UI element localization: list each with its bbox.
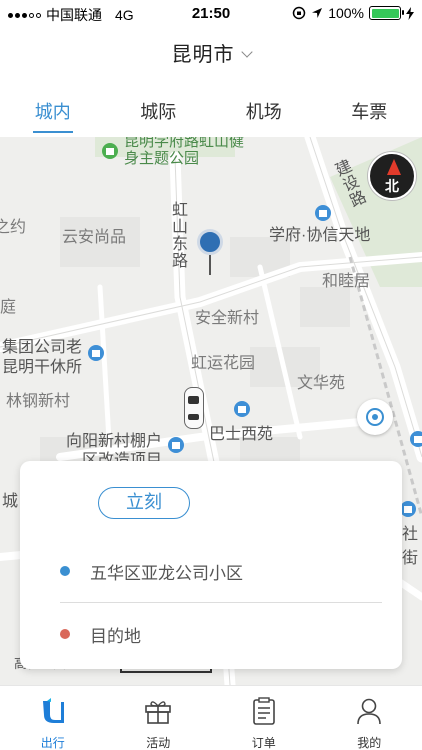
destination-dot-icon (60, 629, 70, 639)
order-card: 立刻 五华区亚龙公司小区 目的地 (20, 461, 402, 669)
map-label: 林钢新村 (6, 393, 71, 410)
gift-icon (145, 701, 172, 724)
nav-activities[interactable]: 活动 (106, 686, 212, 750)
origin-text: 五华区亚龙公司小区 (90, 563, 243, 583)
travel-icon (42, 698, 64, 723)
nav-label: 出行 (40, 736, 65, 750)
park-icon (102, 143, 118, 159)
pickup-pin-icon[interactable] (197, 229, 223, 281)
battery-icon (369, 6, 404, 20)
time-now-button[interactable]: 立刻 (98, 487, 190, 519)
map-label: 庭 (0, 299, 17, 316)
user-icon (357, 698, 382, 725)
map-label: 学府·协信天地 (269, 227, 371, 244)
poi-icon (234, 401, 250, 417)
poi-icon (88, 345, 104, 361)
destination-field[interactable]: 目的地 (60, 620, 141, 648)
tab-in-city[interactable]: 城内 (0, 94, 106, 136)
bottom-nav: 出行 活动 订单 我的 (0, 685, 422, 750)
city-name: 昆明市 (171, 44, 235, 66)
poi-icon (400, 501, 416, 517)
tab-intercity[interactable]: 城际 (106, 94, 212, 136)
map-label: 社 (402, 526, 419, 543)
map-label: 云安尚品 (62, 229, 127, 246)
map-label: 安全新村 (195, 310, 260, 327)
nav-label: 我的 (357, 736, 382, 750)
map-label: 文华苑 (297, 375, 346, 392)
compass-label: 北 (385, 178, 399, 194)
charging-bolt-icon (406, 6, 414, 20)
poi-icon (168, 437, 184, 453)
order-list-icon (252, 697, 275, 725)
status-bar: 中国联通 4G 21:50 100% (0, 0, 422, 28)
map-label: 巴士西苑 (209, 426, 274, 443)
nav-label: 活动 (146, 736, 171, 750)
map-label: 昆明干休所 (2, 359, 83, 376)
car-icon (184, 387, 204, 429)
road-label: 虹山东路 (169, 201, 186, 269)
nav-travel[interactable]: 出行 (0, 686, 106, 750)
service-tabs: 城内 城际 机场 车票 (0, 94, 422, 136)
nav-label: 订单 (251, 736, 276, 750)
map-label: 城 (2, 493, 19, 510)
destination-placeholder: 目的地 (90, 626, 141, 646)
poi-icon (410, 431, 422, 447)
poi-icon (315, 205, 331, 221)
battery-percent: 100% (328, 5, 364, 21)
tab-tickets[interactable]: 车票 (317, 94, 422, 136)
divider (60, 602, 382, 603)
map-label: 虹运花园 (191, 355, 256, 372)
origin-field[interactable]: 五华区亚龙公司小区 (60, 557, 243, 585)
city-selector[interactable]: 昆明市 (0, 38, 422, 67)
tab-airport[interactable]: 机场 (211, 94, 317, 136)
locate-me-button[interactable] (357, 399, 393, 435)
map-label: 街 (402, 550, 419, 567)
location-arrow-icon (312, 8, 323, 18)
chevron-down-icon (240, 46, 253, 58)
origin-dot-icon (60, 566, 70, 576)
rotation-lock-icon (292, 6, 306, 20)
park-label: 昆明学府路虹山健身主题公园 (124, 137, 245, 167)
nav-profile[interactable]: 我的 (317, 686, 422, 750)
nav-orders[interactable]: 订单 (211, 686, 317, 750)
compass-icon[interactable]: 北 (368, 152, 416, 200)
map-label: 和睦居 (322, 273, 371, 290)
map-label: 之约 (0, 219, 27, 236)
